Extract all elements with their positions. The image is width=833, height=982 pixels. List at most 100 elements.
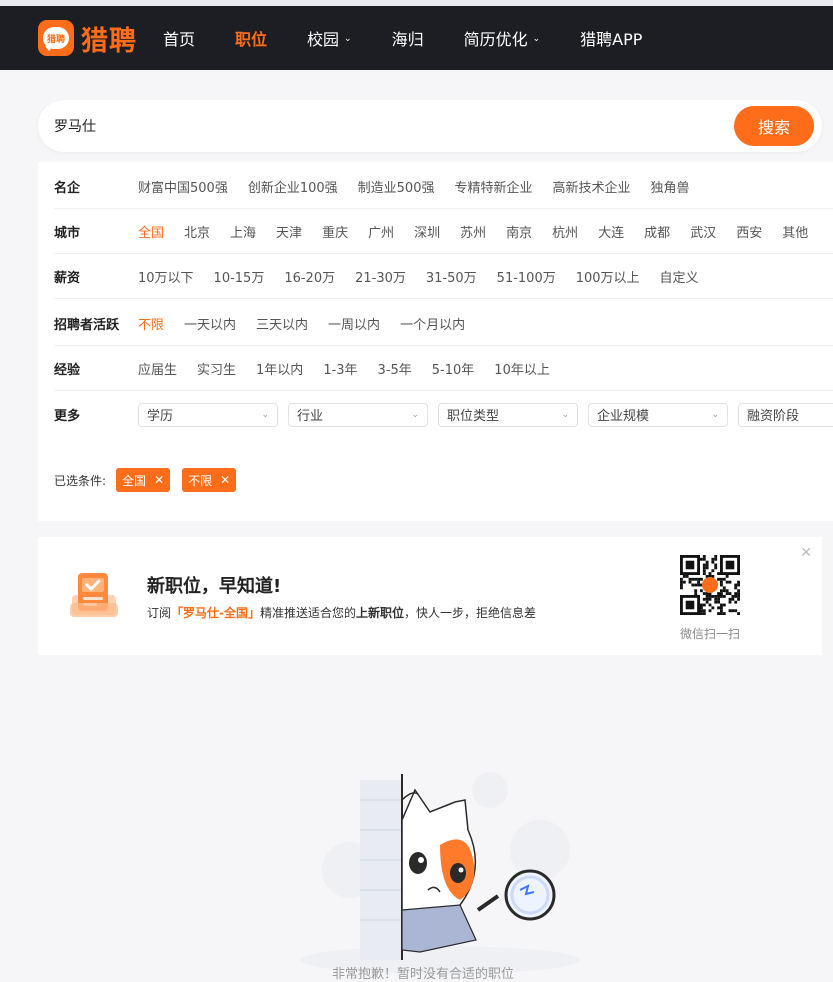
filter-option[interactable]: 重庆 [322, 222, 348, 241]
filter-option[interactable]: 财富中国500强 [138, 177, 228, 196]
filter-option[interactable]: 实习生 [197, 359, 236, 378]
nav-item[interactable]: 简历优化 ⌄ [464, 26, 541, 50]
subscribe-desc-prefix: 订阅 [147, 606, 172, 620]
filter-option[interactable]: 深圳 [414, 222, 440, 241]
wechat-qr-code [680, 555, 740, 615]
filter-dropdown[interactable]: 融资阶段⌄ [738, 402, 833, 427]
filter-label: 更多 [54, 409, 81, 424]
logo-text: 猎聘 [81, 25, 137, 57]
filter-option[interactable]: 不限 [138, 314, 164, 333]
nav-item[interactable]: 猎聘APP [580, 26, 642, 50]
empty-state-mascot-illustration [300, 772, 580, 974]
selected-tag[interactable]: 全国 ✕ [116, 468, 171, 492]
filter-row-city: 城市 全国 北京 上海 天津 重庆 广州 深圳 苏州 南京 杭州 大连 成都 武汉 西安 其他 [54, 209, 833, 254]
close-icon[interactable]: ✕ [220, 473, 230, 487]
filter-option[interactable]: 其他 [782, 222, 808, 241]
filter-row-salary: 薪资 10万以下 10-15万 16-20万 21-30万 31-50万 51-100万 10… [54, 254, 833, 299]
filter-option[interactable]: 一个月以内 [400, 314, 465, 333]
filter-option[interactable]: 专精特新企业 [454, 177, 532, 196]
filter-option[interactable]: 北京 [184, 222, 210, 241]
subscribe-clipboard-icon [70, 573, 118, 617]
logo-badge-icon: 猎聘 [38, 20, 74, 56]
filter-option[interactable]: 南京 [506, 222, 532, 241]
filter-option[interactable]: 10-15万 [214, 267, 265, 286]
subscribe-desc-highlight[interactable]: 「罗马仕-全国」 [171, 606, 260, 620]
subscribe-desc-suffix: ，快人一步，拒绝信息差 [404, 606, 537, 620]
filter-option[interactable]: 三天以内 [256, 314, 308, 333]
filter-option[interactable]: 100万以上 [576, 267, 640, 286]
filter-option[interactable]: 10万以下 [138, 267, 194, 286]
filter-panel: 名企 财富中国500强 创新企业100强 制造业500强 专精特新企业 高新技术企业 独角兽… [38, 162, 833, 521]
nav-item[interactable]: 校园 ⌄ [307, 26, 352, 50]
nav-item-label: 猎聘APP [580, 30, 643, 49]
filter-row-experience: 经验 应届生 实习生 1年以内 1-3年 3-5年 5-10年 10年以上 [54, 346, 833, 391]
filter-option[interactable]: 一天以内 [184, 314, 236, 333]
selected-label: 已选条件: [54, 473, 107, 488]
nav-items: 首页 职位 校园 ⌄ 海归 简历优化 ⌄ 猎聘APP [163, 26, 682, 50]
filter-option[interactable]: 16-20万 [284, 267, 335, 286]
top-nav: 猎聘 猎聘 首页 职位 校园 ⌄ 海归 简历优化 ⌄ 猎聘APP [0, 6, 833, 70]
filter-option[interactable]: 苏州 [460, 222, 486, 241]
chevron-down-icon: ⌄ [532, 34, 541, 44]
nav-item-label: 首页 [163, 30, 196, 49]
filter-option[interactable]: 创新企业100强 [248, 177, 338, 196]
selected-tag-label: 不限 [188, 473, 213, 488]
filter-dropdown-label: 职位类型 [447, 409, 500, 424]
filter-option[interactable]: 10年以上 [494, 359, 550, 378]
selected-tag-label: 全国 [122, 473, 147, 488]
filter-option[interactable]: 31-50万 [426, 267, 477, 286]
selected-tag[interactable]: 不限 ✕ [182, 468, 237, 492]
nav-item[interactable]: 职位 [235, 26, 267, 50]
chevron-down-icon: ⌄ [711, 409, 719, 420]
filter-option[interactable]: 5-10年 [432, 359, 475, 378]
search-input[interactable] [54, 100, 694, 152]
filter-option[interactable]: 西安 [736, 222, 762, 241]
filter-option[interactable]: 杭州 [552, 222, 578, 241]
filter-option[interactable]: 成都 [644, 222, 670, 241]
filter-option[interactable]: 全国 [138, 222, 164, 241]
filter-option[interactable]: 武汉 [690, 222, 716, 241]
filter-option[interactable]: 应届生 [138, 359, 177, 378]
filter-option[interactable]: 21-30万 [355, 267, 406, 286]
filter-dropdown[interactable]: 职位类型 ⌄ [438, 402, 578, 427]
logo-badge-text: 猎聘 [43, 27, 69, 49]
filter-dropdown[interactable]: 行业 ⌄ [288, 402, 428, 427]
filter-option[interactable]: 天津 [276, 222, 302, 241]
filter-option[interactable]: 自定义 [660, 267, 699, 286]
filter-row-more: 更多 学历 ⌄ 行业 ⌄ 职位类型 ⌄ 企业规模 ⌄ 融资阶段⌄ [54, 392, 833, 437]
chevron-down-icon: ⌄ [411, 409, 419, 420]
filter-option[interactable]: 51-100万 [497, 267, 556, 286]
filter-option[interactable]: 高新技术企业 [553, 177, 631, 196]
nav-item[interactable]: 海归 [392, 26, 424, 50]
chevron-down-icon: ⌄ [344, 34, 352, 44]
close-icon[interactable]: ✕ [154, 473, 164, 487]
filter-dropdown-label: 学历 [147, 409, 174, 424]
filter-row-activity: 招聘者活跃 不限 一天以内 三天以内 一周以内 一个月以内 [54, 301, 833, 346]
selected-tags: 全国 ✕ 不限 ✕ [116, 468, 248, 492]
selected-conditions: 已选条件: 全国 ✕ 不限 ✕ [54, 468, 248, 492]
filter-dropdown-label: 企业规模 [597, 409, 650, 424]
filter-label: 经验 [54, 362, 81, 378]
filter-dropdown[interactable]: 企业规模 ⌄ [588, 402, 728, 427]
subscribe-title: 新职位，早知道! [147, 576, 282, 597]
filter-option[interactable]: 制造业500强 [358, 177, 435, 196]
filter-option[interactable]: 大连 [598, 222, 624, 241]
filter-option[interactable]: 1年以内 [256, 359, 303, 378]
filter-option[interactable]: 一周以内 [328, 314, 380, 333]
subscribe-card: 新职位，早知道! 订阅「罗马仕-全国」精准推送适合您的上新职位，快人一步，拒绝信… [38, 537, 822, 655]
filter-dropdown[interactable]: 学历 ⌄ [138, 402, 278, 427]
nav-item[interactable]: 首页 [163, 26, 195, 50]
filter-option[interactable]: 独角兽 [651, 177, 690, 196]
chevron-down-icon: ⌄ [261, 409, 269, 420]
search-button[interactable]: 搜索 [734, 106, 814, 146]
close-icon[interactable]: ✕ [800, 545, 812, 561]
filter-option[interactable]: 上海 [230, 222, 256, 241]
nav-item-label: 简历优化 [463, 30, 528, 49]
filter-option[interactable]: 3-5年 [378, 359, 412, 378]
filter-option[interactable]: 1-3年 [323, 359, 357, 378]
logo[interactable]: 猎聘 猎聘 [38, 19, 137, 58]
subscribe-desc-bold: 上新职位 [356, 606, 405, 620]
filter-option[interactable]: 广州 [368, 222, 394, 241]
nav-item-label: 海归 [391, 30, 424, 49]
filter-label: 名企 [54, 180, 81, 196]
